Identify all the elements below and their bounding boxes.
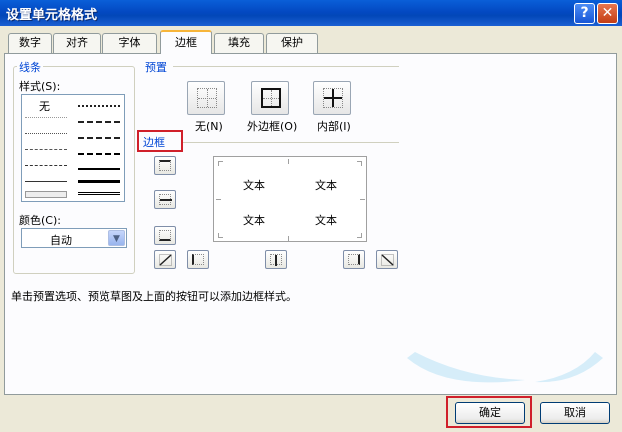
preset-none-label: 无(N) — [195, 120, 223, 133]
line-style-hair[interactable] — [25, 117, 67, 118]
border-top-button[interactable] — [154, 156, 176, 175]
border-middle-horizontal-button[interactable] — [154, 190, 176, 209]
preset-outline-icon — [261, 88, 281, 108]
window-title: 设置单元格格式 — [6, 8, 98, 23]
close-icon[interactable]: ✕ — [597, 3, 618, 24]
preview-text-top-right: 文本 — [315, 179, 337, 192]
border-middle-horizontal-icon — [159, 194, 172, 205]
line-style-thin[interactable] — [25, 181, 67, 182]
line-style-label: 样式(S): — [19, 80, 61, 93]
tab-alignment[interactable]: 对齐 — [53, 33, 101, 53]
title-bar: 设置单元格格式 ? ✕ — [0, 0, 622, 26]
tab-border[interactable]: 边框 — [160, 30, 212, 54]
border-diagonal-down-button[interactable] — [376, 250, 398, 269]
tab-number[interactable]: 数字 — [8, 33, 52, 53]
preview-text-top-left: 文本 — [243, 179, 265, 192]
border-right-button[interactable] — [343, 250, 365, 269]
border-middle-vertical-button[interactable] — [265, 250, 287, 269]
preview-text-bottom-left: 文本 — [243, 214, 265, 227]
presets-group-label: 预置 — [143, 59, 169, 75]
preset-none-icon — [197, 88, 217, 108]
line-group-label: 线条 — [17, 59, 43, 75]
presets-divider — [173, 66, 399, 67]
line-style-dash-dot[interactable] — [25, 165, 67, 166]
border-divider — [183, 142, 399, 143]
preset-inside-label: 内部(I) — [317, 120, 351, 133]
preset-inside-icon — [323, 88, 343, 108]
tab-panel: 线条 样式(S): 无 颜色(C): 自动 ▼ 预置 无(N) 外边框(O) 内… — [4, 53, 617, 395]
border-preview[interactable]: 文本 文本 文本 文本 — [213, 156, 367, 242]
border-bottom-button[interactable] — [154, 226, 176, 245]
dropdown-arrow-icon[interactable]: ▼ — [108, 230, 125, 246]
preset-outline-button[interactable] — [251, 81, 289, 115]
border-middle-vertical-icon — [270, 254, 282, 266]
border-right-icon — [348, 254, 360, 265]
color-label: 颜色(C): — [19, 214, 61, 227]
line-style-medium[interactable] — [78, 168, 120, 170]
line-style-double[interactable] — [78, 192, 120, 195]
line-style-selected[interactable] — [25, 191, 67, 198]
border-diagonal-up-icon — [159, 254, 172, 266]
line-style-none-label[interactable]: 无 — [39, 98, 50, 114]
preset-outline-label: 外边框(O) — [247, 120, 298, 133]
line-style-list[interactable]: 无 — [21, 94, 125, 202]
tab-fill[interactable]: 填充 — [214, 33, 264, 53]
help-icon[interactable]: ? — [574, 3, 595, 24]
hint-text: 单击预置选项、预览草图及上面的按钮可以添加边框样式。 — [11, 290, 297, 303]
tab-protection[interactable]: 保护 — [266, 33, 318, 53]
line-style-dash-dot-dot[interactable] — [25, 149, 67, 150]
line-style-medium-dash-dot-dot[interactable] — [78, 105, 120, 107]
color-select[interactable]: 自动 ▼ — [21, 228, 127, 248]
cancel-button[interactable]: 取消 — [540, 402, 610, 424]
preview-text-bottom-right: 文本 — [315, 214, 337, 227]
border-diagonal-down-icon — [381, 254, 394, 266]
color-value: 自动 — [50, 234, 72, 247]
border-group-label: 边框 — [143, 136, 165, 149]
line-style-medium-dash-dot[interactable] — [78, 137, 120, 139]
ok-button-highlight — [446, 396, 532, 428]
preset-none-button[interactable] — [187, 81, 225, 115]
border-diagonal-up-button[interactable] — [154, 250, 176, 269]
tab-font[interactable]: 字体 — [102, 33, 157, 53]
preset-inside-button[interactable] — [313, 81, 351, 115]
line-style-thick[interactable] — [78, 180, 120, 183]
border-left-button[interactable] — [187, 250, 209, 269]
border-bottom-icon — [159, 230, 171, 241]
line-style-slant-dash-dot[interactable] — [78, 121, 120, 123]
line-style-medium-dashed[interactable] — [78, 153, 120, 155]
border-left-icon — [192, 254, 204, 265]
watermark-swoosh — [407, 352, 603, 383]
line-style-dotted[interactable] — [25, 133, 67, 134]
border-top-icon — [159, 160, 171, 171]
